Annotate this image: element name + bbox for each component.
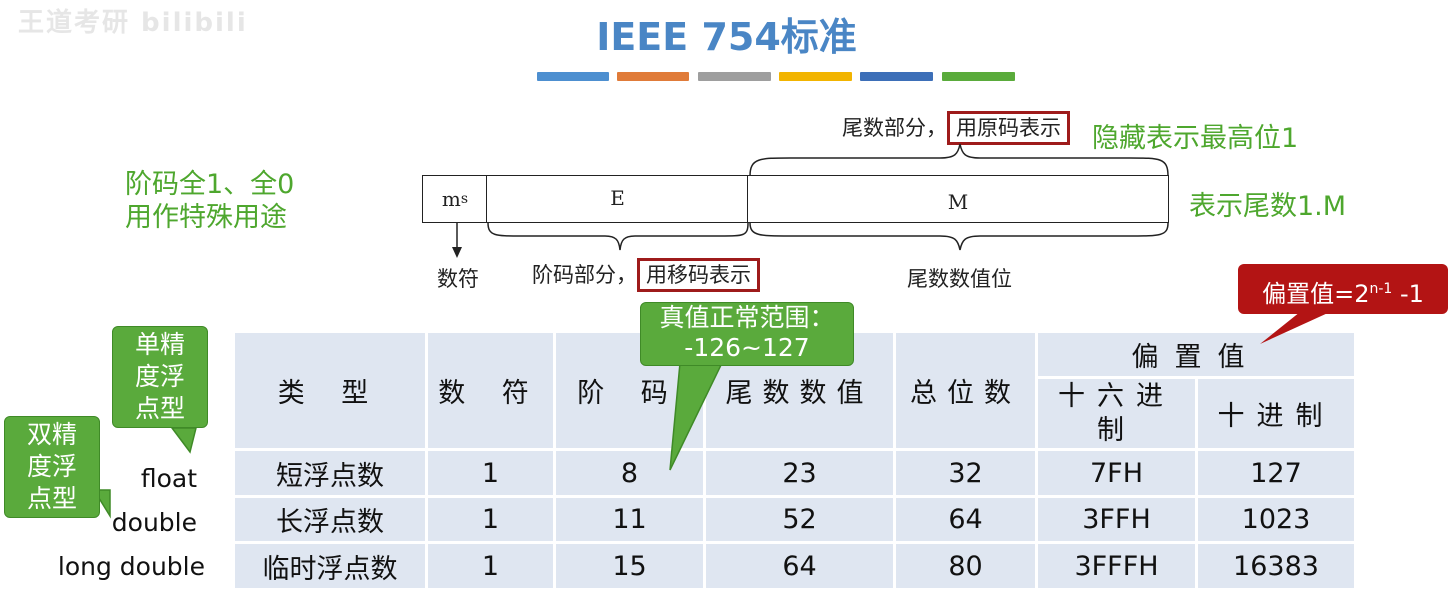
range-callout-tail <box>669 362 724 471</box>
single-callout-line3: 点型 <box>134 394 185 423</box>
bias-formula-exponent: n-1 <box>1369 281 1393 297</box>
bias-formula-callout: 偏置值=2n-1 -1 <box>1238 264 1448 314</box>
bias-formula-base: 偏置值=2 <box>1262 280 1370 308</box>
double-callout-line3: 点型 <box>26 484 77 513</box>
double-precision-callout: 双精 度浮 点型 <box>4 416 100 518</box>
range-callout-line2: -126~127 <box>684 333 810 362</box>
single-precision-callout: 单精 度浮 点型 <box>112 326 208 428</box>
single-callout-line2: 度浮 <box>134 362 185 391</box>
true-value-range-callout: 真值正常范围： -126~127 <box>640 302 854 366</box>
double-callout-line1: 双精 <box>26 420 77 449</box>
double-callout-line2: 度浮 <box>26 452 77 481</box>
bias-formula-tail: -1 <box>1392 280 1424 308</box>
single-callout-line1: 单精 <box>134 330 185 359</box>
single-callout-tail <box>170 427 197 454</box>
bias-callout-tail <box>1260 312 1330 344</box>
range-callout-line1: 真值正常范围： <box>659 303 835 332</box>
